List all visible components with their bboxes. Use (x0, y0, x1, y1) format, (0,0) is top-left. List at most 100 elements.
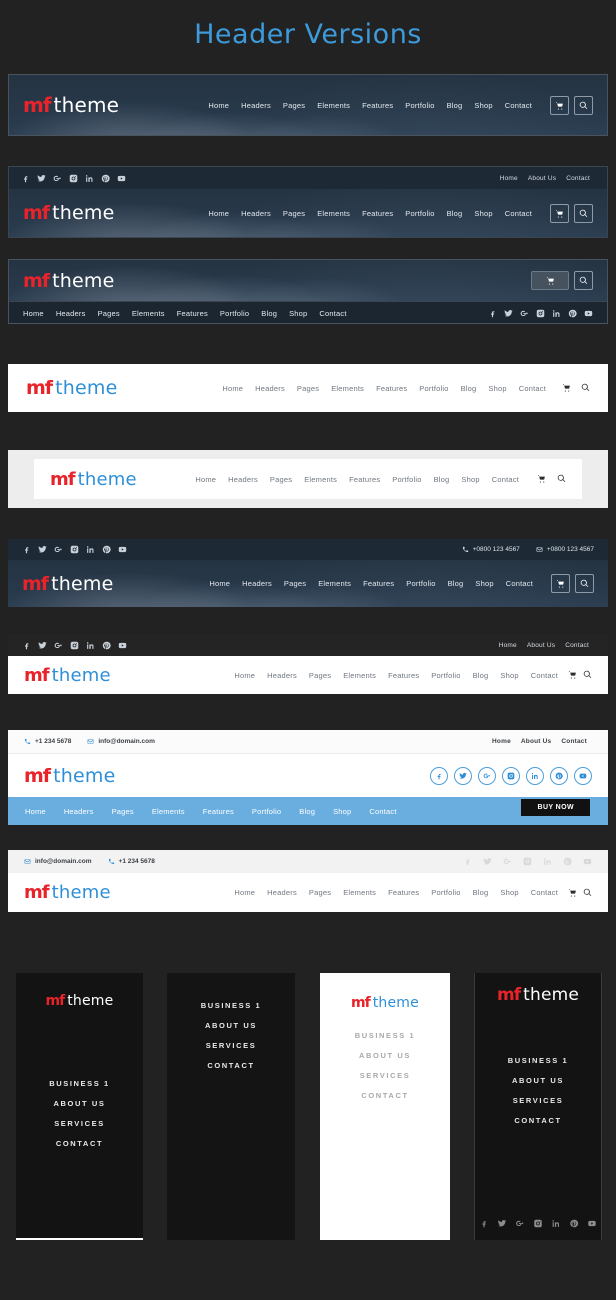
twitter-icon[interactable] (504, 309, 513, 318)
vertical-menu-item-services[interactable]: SERVICES (54, 1113, 105, 1133)
nav-item-headers[interactable]: Headers (235, 209, 277, 218)
nav-item-contact[interactable]: Contact (525, 671, 564, 680)
facebook-icon[interactable] (22, 641, 31, 650)
nav-item-portfolio[interactable]: Portfolio (425, 888, 466, 897)
cart-button[interactable] (568, 884, 577, 902)
nav-item-home[interactable]: Home (202, 101, 235, 110)
instagram-icon[interactable] (502, 766, 520, 785)
instagram-icon[interactable] (536, 309, 545, 318)
nav-item-headers[interactable]: Headers (222, 475, 264, 484)
vertical-menu-item-services[interactable]: SERVICES (206, 1035, 257, 1055)
nav-item-blog[interactable]: Blog (428, 475, 456, 484)
nav-item-shop[interactable]: Shop (468, 101, 498, 110)
nav-item-contact[interactable]: Contact (486, 475, 525, 484)
vertical-menu-item-contact[interactable]: CONTACT (207, 1055, 254, 1075)
logo[interactable]: mf theme (46, 993, 114, 1009)
nav-item-pages[interactable]: Pages (303, 671, 337, 680)
email-info[interactable]: +0800 123 4567 (536, 546, 594, 553)
logo[interactable]: mf theme (23, 93, 119, 117)
nav-item-blog[interactable]: Blog (441, 101, 469, 110)
cart-button[interactable] (550, 203, 569, 223)
logo[interactable]: mf theme (50, 469, 137, 490)
logo[interactable]: mf theme (24, 665, 111, 686)
instagram-icon[interactable] (534, 1219, 543, 1228)
top-link-home[interactable]: Home (487, 738, 516, 745)
nav-item-elements[interactable]: Elements (298, 475, 343, 484)
nav-item-elements[interactable]: Elements (312, 579, 357, 588)
youtube-icon[interactable] (583, 857, 592, 866)
nav-item-blog[interactable]: Blog (255, 309, 283, 318)
twitter-icon[interactable] (38, 641, 47, 650)
nav-item-portfolio[interactable]: Portfolio (399, 209, 440, 218)
nav-item-headers[interactable]: Headers (261, 671, 303, 680)
nav-item-features[interactable]: Features (356, 101, 399, 110)
nav-item-headers[interactable]: Headers (236, 579, 278, 588)
nav-item-features[interactable]: Features (171, 309, 214, 318)
search-button[interactable] (583, 884, 592, 902)
nav-item-home[interactable]: Home (216, 384, 249, 393)
nav-item-blog[interactable]: Blog (290, 807, 324, 816)
pinterest-icon[interactable] (102, 641, 111, 650)
cart-button[interactable] (537, 470, 546, 488)
vertical-menu-item-business-1[interactable]: BUSINESS 1 (201, 995, 262, 1015)
instagram-icon[interactable] (70, 641, 79, 650)
nav-item-home[interactable]: Home (189, 475, 222, 484)
instagram-icon[interactable] (523, 857, 532, 866)
nav-item-shop[interactable]: Shop (283, 309, 313, 318)
nav-item-shop[interactable]: Shop (455, 475, 485, 484)
nav-item-portfolio[interactable]: Portfolio (386, 475, 427, 484)
nav-item-contact[interactable]: Contact (525, 888, 564, 897)
facebook-icon[interactable] (488, 309, 497, 318)
vertical-menu-item-business-1[interactable]: BUSINESS 1 (355, 1025, 416, 1045)
search-button[interactable] (575, 574, 594, 593)
google-plus-icon[interactable] (478, 766, 496, 785)
nav-item-pages[interactable]: Pages (277, 101, 311, 110)
nav-item-contact[interactable]: Contact (313, 309, 352, 318)
nav-item-contact[interactable]: Contact (499, 209, 538, 218)
nav-item-portfolio[interactable]: Portfolio (399, 101, 440, 110)
google-plus-icon[interactable] (54, 641, 63, 650)
logo[interactable]: mf theme (22, 573, 113, 595)
nav-item-blog[interactable]: Blog (455, 384, 483, 393)
vertical-menu-item-contact[interactable]: CONTACT (514, 1110, 561, 1130)
search-button[interactable] (583, 666, 592, 684)
facebook-icon[interactable] (21, 174, 30, 183)
vertical-menu-item-contact[interactable]: CONTACT (56, 1133, 103, 1153)
nav-item-headers[interactable]: Headers (261, 888, 303, 897)
youtube-icon[interactable] (118, 641, 127, 650)
nav-item-elements[interactable]: Elements (325, 384, 370, 393)
nav-item-elements[interactable]: Elements (311, 209, 356, 218)
pinterest-icon[interactable] (101, 174, 110, 183)
nav-item-home[interactable]: Home (228, 888, 261, 897)
nav-item-pages[interactable]: Pages (303, 888, 337, 897)
search-button[interactable] (581, 379, 590, 397)
phone-info[interactable]: +1 234 5678 (108, 858, 155, 865)
nav-item-headers[interactable]: Headers (50, 309, 92, 318)
youtube-icon[interactable] (584, 309, 593, 318)
cart-button[interactable] (562, 379, 571, 397)
phone-info[interactable]: +1 234 5678 (24, 738, 71, 745)
nav-item-home[interactable]: Home (202, 209, 235, 218)
nav-item-elements[interactable]: Elements (337, 671, 382, 680)
linkedin-icon[interactable] (526, 766, 544, 785)
nav-item-blog[interactable]: Blog (441, 209, 469, 218)
nav-item-features[interactable]: Features (370, 384, 413, 393)
vertical-menu-item-about-us[interactable]: ABOUT US (359, 1045, 411, 1065)
nav-item-pages[interactable]: Pages (278, 579, 312, 588)
nav-item-home[interactable]: Home (203, 579, 236, 588)
pinterest-icon[interactable] (570, 1219, 579, 1228)
search-button[interactable] (574, 271, 593, 290)
top-link-contact[interactable]: Contact (556, 738, 592, 745)
nav-item-shop[interactable]: Shop (469, 579, 499, 588)
nav-item-headers[interactable]: Headers (55, 807, 103, 816)
facebook-icon[interactable] (463, 857, 472, 866)
nav-item-portfolio[interactable]: Portfolio (243, 807, 290, 816)
search-button[interactable] (574, 203, 593, 223)
nav-item-features[interactable]: Features (382, 888, 425, 897)
top-link-about-us[interactable]: About Us (516, 738, 557, 745)
nav-item-elements[interactable]: Elements (311, 101, 356, 110)
twitter-icon[interactable] (483, 857, 492, 866)
youtube-icon[interactable] (117, 174, 126, 183)
top-link-home[interactable]: Home (494, 642, 522, 649)
instagram-icon[interactable] (70, 545, 79, 554)
